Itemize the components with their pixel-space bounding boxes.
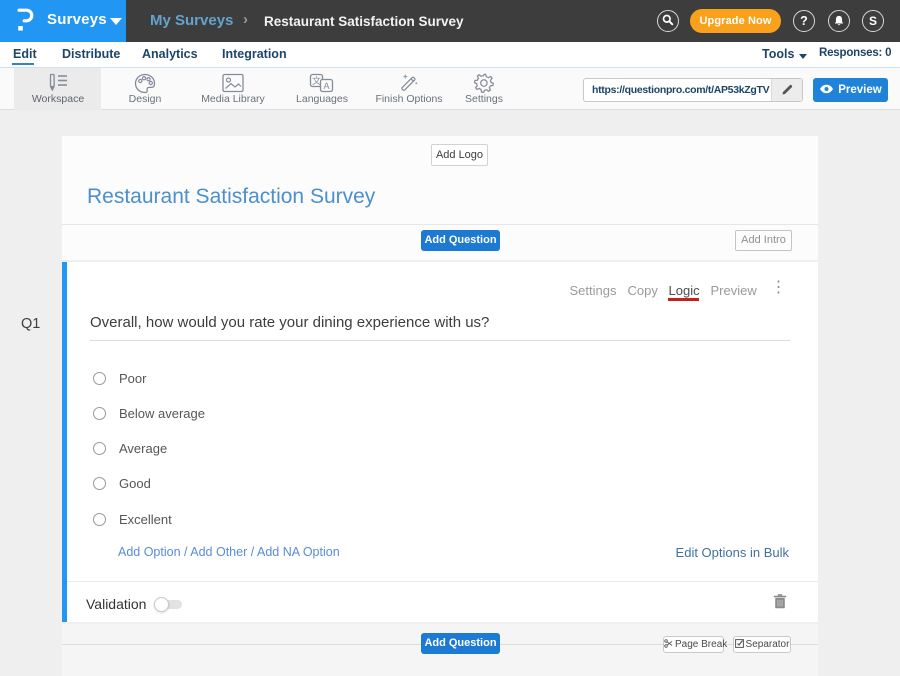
svg-text:文: 文 [312,75,321,86]
svg-text:A: A [323,81,329,91]
